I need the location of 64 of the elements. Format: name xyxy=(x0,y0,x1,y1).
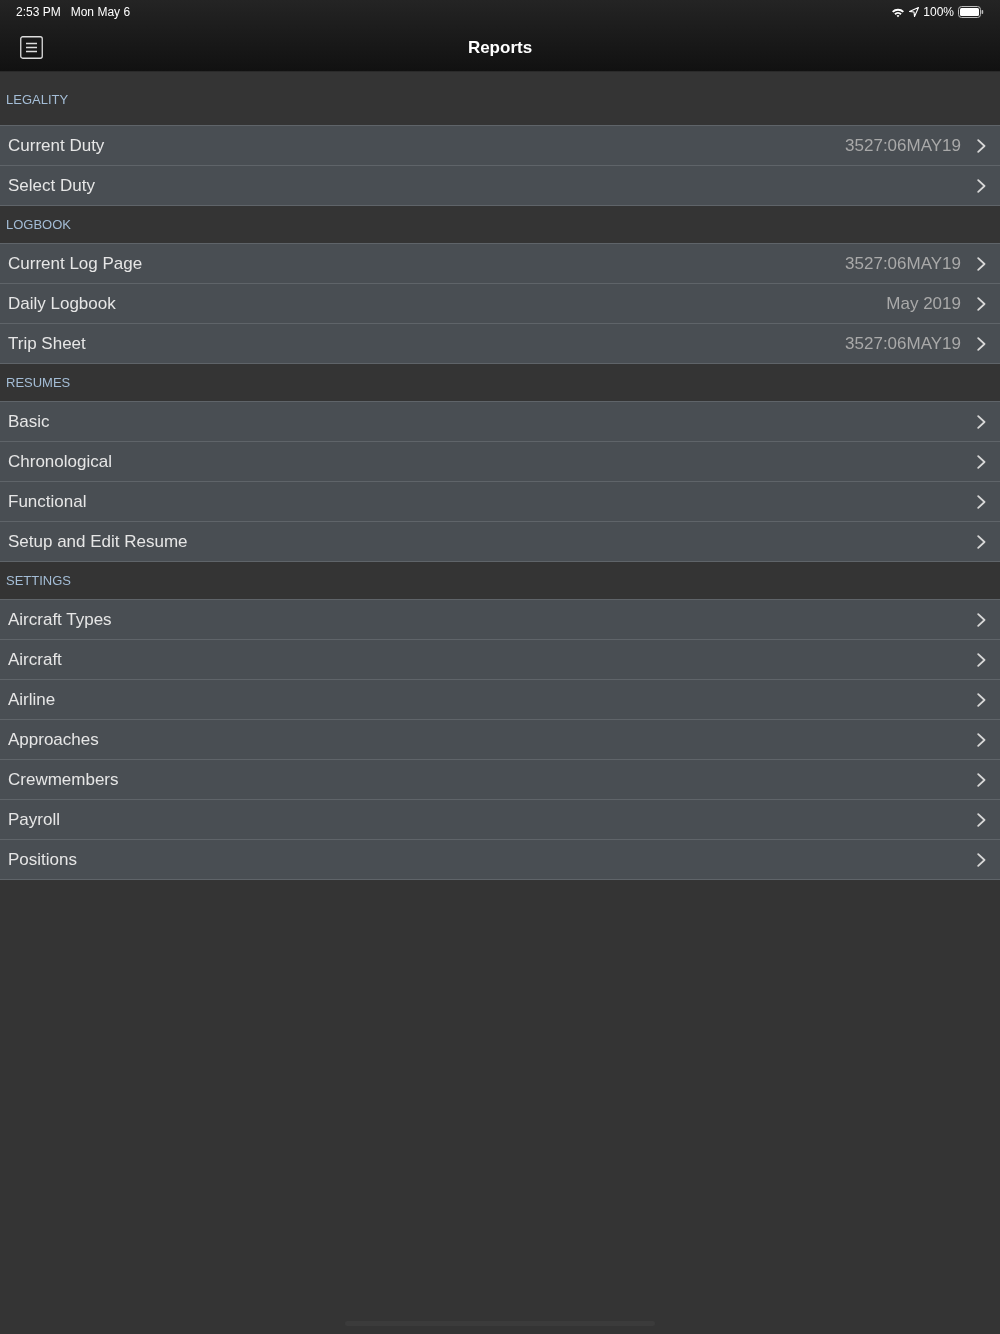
chevron-icon xyxy=(977,256,986,271)
row-value: 3527:06MAY19 xyxy=(845,333,961,354)
row-label: Current Duty xyxy=(8,135,106,156)
row-label: Basic xyxy=(8,411,51,432)
chevron-icon xyxy=(977,336,986,351)
section-header: LOGBOOK xyxy=(6,217,72,232)
chevron-icon xyxy=(977,414,986,429)
row-label: Payroll xyxy=(8,809,61,830)
row-label: Daily Logbook xyxy=(8,293,117,314)
nav-title: Reports xyxy=(467,37,533,58)
section-header: RESUMES xyxy=(6,375,71,390)
chevron-icon xyxy=(977,772,986,787)
list-row[interactable]: Current Duty 3527:06MAY19 xyxy=(0,126,1000,166)
status-time: 2:53 PM xyxy=(16,5,61,19)
chevron-icon xyxy=(977,494,986,509)
list-row[interactable]: Approaches xyxy=(0,720,1000,760)
list-row[interactable]: Current Log Page 3527:06MAY19 xyxy=(0,244,1000,284)
section-header: LEGALITY xyxy=(6,92,69,107)
row-label: Trip Sheet xyxy=(8,333,87,354)
row-label: Approaches xyxy=(8,729,100,750)
list-row[interactable]: Select Duty xyxy=(0,166,1000,206)
location-arrow-icon xyxy=(909,7,920,17)
list-row[interactable]: Crewmembers xyxy=(0,760,1000,800)
chevron-icon xyxy=(977,534,986,549)
list-row[interactable]: Aircraft Types xyxy=(0,600,1000,640)
status-date: Mon May 6 xyxy=(70,5,131,19)
row-label: Setup and Edit Resume xyxy=(8,531,189,552)
list-row[interactable]: Daily Logbook May 2019 xyxy=(0,284,1000,324)
row-value: May 2019 xyxy=(886,293,961,314)
list-row[interactable]: Aircraft xyxy=(0,640,1000,680)
chevron-icon xyxy=(977,178,986,193)
list-row[interactable]: Chronological xyxy=(0,442,1000,482)
row-label: Aircraft xyxy=(8,649,63,670)
row-value: 3527:06MAY19 xyxy=(845,253,961,274)
row-label: Select Duty xyxy=(8,175,96,196)
chevron-icon xyxy=(977,612,986,627)
list-row[interactable]: Basic xyxy=(0,402,1000,442)
row-label: Crewmembers xyxy=(8,769,120,790)
battery-icon xyxy=(958,6,984,18)
row-value: 3527:06MAY19 xyxy=(845,135,961,156)
row-label: Current Log Page xyxy=(8,253,144,274)
row-label: Positions xyxy=(8,849,78,870)
wifi-icon xyxy=(891,6,906,18)
chevron-icon xyxy=(977,852,986,867)
list-row[interactable]: Trip Sheet 3527:06MAY19 xyxy=(0,324,1000,364)
section-header: SETTINGS xyxy=(6,573,71,588)
chevron-icon xyxy=(977,652,986,667)
row-label: Chronological xyxy=(8,451,113,472)
battery-percent: 100% xyxy=(923,5,954,19)
menu-icon[interactable] xyxy=(20,36,43,59)
row-label: Aircraft Types xyxy=(8,609,113,630)
chevron-icon xyxy=(977,454,986,469)
row-label: Airline xyxy=(8,689,57,710)
chevron-icon xyxy=(977,138,986,153)
row-label: Functional xyxy=(8,491,88,512)
list-row[interactable]: Setup and Edit Resume xyxy=(0,522,1000,562)
list-row[interactable]: Positions xyxy=(0,840,1000,880)
list-row[interactable]: Functional xyxy=(0,482,1000,522)
chevron-icon xyxy=(977,732,986,747)
chevron-icon xyxy=(977,812,986,827)
chevron-icon xyxy=(977,692,986,707)
chevron-icon xyxy=(977,296,986,311)
list-row[interactable]: Airline xyxy=(0,680,1000,720)
list-row[interactable]: Payroll xyxy=(0,800,1000,840)
